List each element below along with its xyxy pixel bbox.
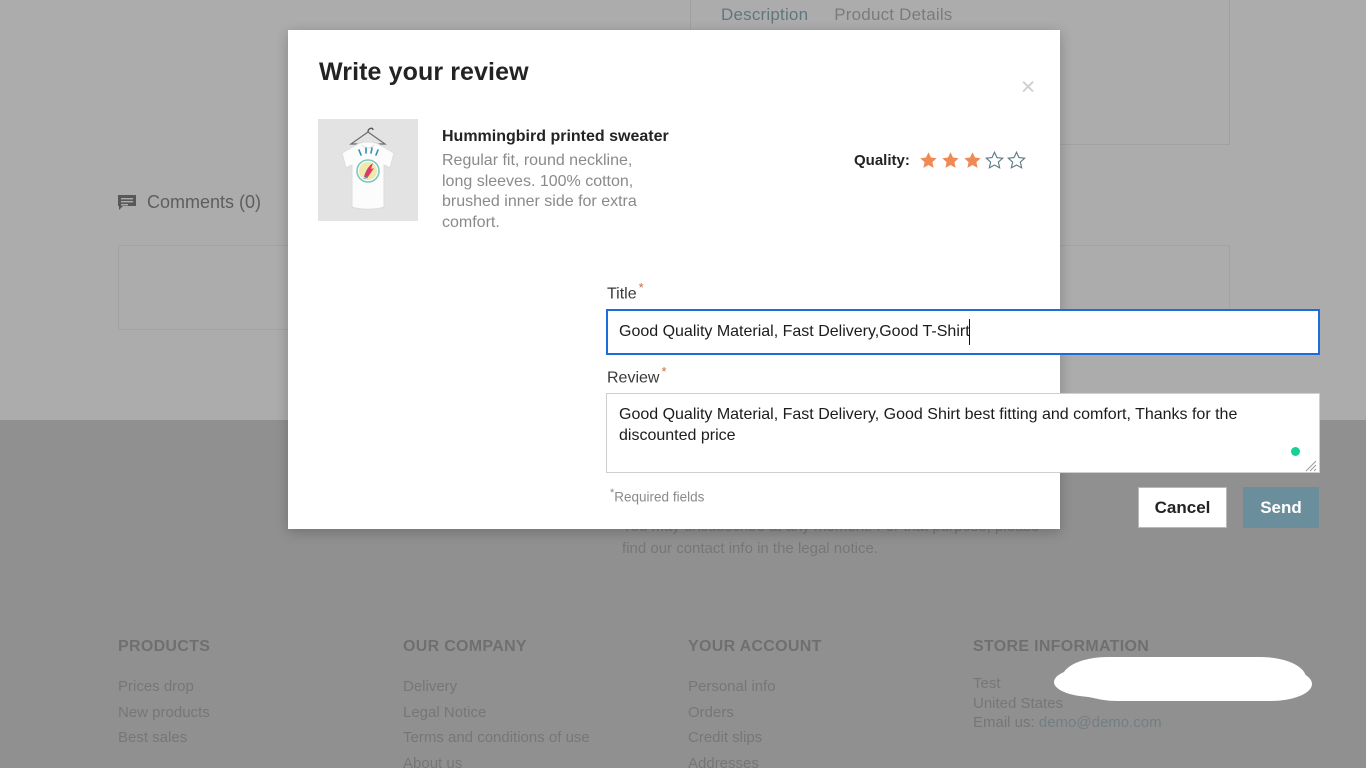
close-icon[interactable]: ✕ [1020, 79, 1036, 98]
star-empty-icon-5[interactable] [1007, 151, 1026, 170]
star-rating-control[interactable] [919, 151, 1026, 170]
review-title-input[interactable] [606, 309, 1320, 355]
star-filled-icon-3[interactable] [963, 151, 982, 170]
star-filled-icon-1[interactable] [919, 151, 938, 170]
product-description: Regular fit, round neckline, long sleeve… [442, 151, 657, 233]
write-review-modal: Write your review ✕ H [288, 30, 1060, 529]
cancel-button[interactable]: Cancel [1138, 487, 1227, 528]
star-empty-icon-4[interactable] [985, 151, 1004, 170]
sweater-illustration [318, 119, 418, 221]
redaction-scribble [1062, 657, 1306, 699]
title-required-marker: * [639, 280, 644, 295]
review-status-dot-icon [1291, 447, 1300, 456]
review-field-label: Review* [607, 364, 667, 387]
send-button[interactable]: Send [1243, 487, 1319, 528]
title-field-label: Title* [607, 280, 644, 303]
product-thumbnail [318, 119, 418, 221]
product-name: Hummingbird printed sweater [442, 128, 772, 146]
required-note-text: Required fields [614, 490, 704, 505]
required-fields-note: *Required fields [610, 487, 704, 505]
review-required-marker: * [661, 364, 666, 379]
modal-title: Write your review [319, 58, 529, 87]
title-label-text: Title [607, 285, 637, 302]
quality-rating: Quality: [854, 151, 1026, 170]
review-body-textarea[interactable] [606, 393, 1320, 473]
textarea-resize-handle-icon[interactable] [1304, 459, 1317, 472]
review-label-text: Review [607, 369, 659, 386]
quality-label: Quality: [854, 152, 910, 169]
star-filled-icon-2[interactable] [941, 151, 960, 170]
text-caret [969, 319, 970, 345]
